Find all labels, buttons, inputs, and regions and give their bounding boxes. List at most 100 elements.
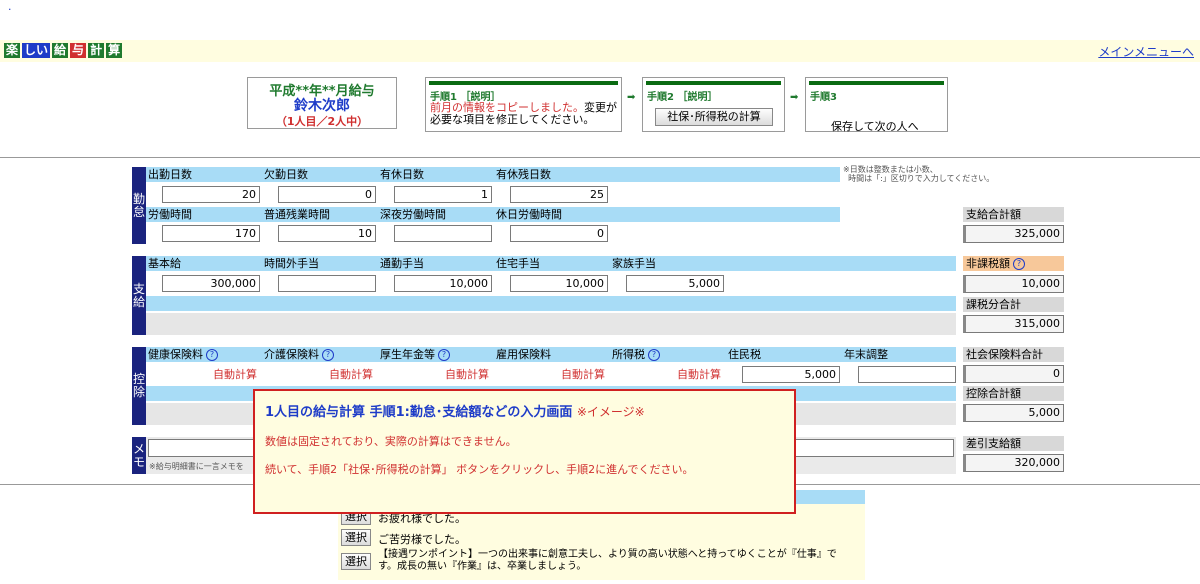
work-hours-input[interactable]: 170 — [162, 225, 260, 242]
label-employment-insurance: 雇用保険料 — [496, 348, 551, 361]
help-icon[interactable]: ? — [322, 349, 334, 361]
auto-calc-care: 自動計算 — [329, 368, 373, 381]
label-care-insurance: 介護保険料? — [262, 347, 376, 362]
paid-leave-remaining-input[interactable]: 25 — [510, 186, 608, 203]
label-work-hours: 労働時間 — [148, 208, 192, 221]
label-overtime-hours: 普通残業時間 — [264, 208, 330, 221]
total-pay-value: 325,000 — [963, 225, 1064, 243]
step2-title[interactable]: 手順2 ［説明］ — [647, 88, 717, 103]
social-total-label: 社会保険料合計 — [963, 347, 1064, 362]
year-end-adjust-input[interactable] — [858, 366, 956, 383]
step-bar — [809, 81, 944, 85]
popup-line2: 続いて、手順2「社保･所得税の計算」 ボタンをクリックし、手順2に進んでください… — [265, 463, 694, 476]
help-icon[interactable]: ? — [1013, 258, 1025, 270]
main-menu-link[interactable]: メインメニューへ — [1098, 43, 1194, 60]
total-pay-label: 支給合計額 — [963, 207, 1064, 222]
popup-image-note: ※イメージ※ — [576, 405, 645, 419]
logo-part: 給 — [52, 43, 69, 58]
step2-box: 手順2 ［説明］ 社保･所得税の計算 — [642, 77, 785, 132]
label-housing-allowance: 住宅手当 — [496, 257, 540, 270]
pay-section-label: 支給 — [132, 256, 146, 335]
app-logo: 楽 しい 給 与 計 算 — [4, 43, 123, 58]
label-row-bg — [146, 296, 956, 311]
night-hours-input[interactable] — [394, 225, 492, 242]
memo-section-label: メモ — [132, 437, 146, 474]
overtime-hours-input[interactable]: 10 — [278, 225, 376, 242]
step3-title: 手順3 — [810, 92, 837, 103]
nontax-value: 10,000 — [963, 275, 1064, 293]
step-bar — [646, 81, 781, 85]
empty-row — [146, 313, 956, 335]
help-icon[interactable]: ? — [648, 349, 660, 361]
deduct-section-label: 控除 — [132, 347, 146, 425]
label-resident-tax: 住民税 — [728, 348, 761, 361]
net-pay-value: 320,000 — [963, 454, 1064, 472]
net-pay-label: 差引支給額 — [963, 436, 1064, 451]
select-phrase-button[interactable]: 選択 — [341, 553, 371, 570]
income-tax-text: 所得税 — [612, 348, 645, 361]
health-insurance-text: 健康保険料 — [148, 348, 203, 361]
label-pension: 厚生年金等? — [378, 347, 492, 362]
step-bar — [429, 81, 618, 85]
logo-part: 与 — [70, 43, 87, 58]
resident-tax-input[interactable]: 5,000 — [742, 366, 840, 383]
family-allowance-input[interactable]: 5,000 — [626, 275, 724, 292]
step3-box: 手順3 保存して次の人へ — [805, 77, 948, 134]
label-night-hours: 深夜労働時間 — [380, 208, 446, 221]
attendance-note-1: ※日数は整数または小数、 — [843, 165, 938, 174]
auto-calc-pension: 自動計算 — [445, 368, 489, 381]
phrase-line: す。成長の無い『作業』は、卒業しましょう。 — [378, 561, 587, 572]
label-year-end-adjust: 年末調整 — [844, 348, 888, 361]
calc-social-tax-button[interactable]: 社保･所得税の計算 — [655, 108, 773, 126]
logo-part: しい — [22, 43, 51, 58]
auto-calc-employment: 自動計算 — [561, 368, 605, 381]
pension-text: 厚生年金等 — [380, 348, 435, 361]
memo-note: ※給与明細書に一言メモを — [149, 462, 244, 471]
save-next-text[interactable]: 保存して次の人へ — [831, 118, 919, 134]
label-income-tax: 所得税? — [610, 347, 724, 362]
label-commute-allowance: 通勤手当 — [380, 257, 424, 270]
taxable-value: 315,000 — [963, 315, 1064, 333]
label-holiday-hours: 休日労働時間 — [496, 208, 562, 221]
paid-leave-days-input[interactable]: 1 — [394, 186, 492, 203]
employee-name: 鈴木次郎 — [294, 98, 350, 114]
label-work-days: 出勤日数 — [148, 168, 192, 181]
deduct-total-value: 5,000 — [963, 404, 1064, 422]
auto-calc-income-tax: 自動計算 — [677, 368, 721, 381]
phrase-line: 【接遇ワンポイント】一つの出来事に創意工夫し、より質の高い状態へと持ってゆくこと… — [378, 549, 837, 560]
label-family-allowance: 家族手当 — [612, 257, 656, 270]
label-overtime-pay: 時間外手当 — [264, 257, 319, 270]
label-health-insurance: 健康保険料? — [146, 347, 260, 362]
dot-mark: . — [8, 0, 12, 13]
popup-line1: 数値は固定されており、実際の計算はできません。 — [265, 435, 517, 448]
phrase-item: ご苦労様でした。 — [378, 533, 466, 546]
phrase-item-long: 【接遇ワンポイント】一つの出来事に創意工夫し、より質の高い状態へと持ってゆくこと… — [378, 549, 837, 573]
nontax-label-text: 非課税額 — [966, 257, 1010, 270]
absence-days-input[interactable]: 0 — [278, 186, 376, 203]
month-title: 平成**年**月給与 — [269, 84, 375, 99]
title-bar: 楽 しい 給 与 計 算 メインメニューへ — [0, 40, 1200, 62]
taxable-label: 課税分合計 — [963, 297, 1064, 312]
overtime-pay-input[interactable] — [278, 275, 376, 292]
social-total-value: 0 — [963, 365, 1064, 383]
care-insurance-text: 介護保険料 — [264, 348, 319, 361]
deduct-total-label: 控除合計額 — [963, 386, 1064, 401]
help-icon[interactable]: ? — [438, 349, 450, 361]
commute-allowance-input[interactable]: 10,000 — [394, 275, 492, 292]
logo-part: 算 — [106, 43, 123, 58]
divider — [0, 157, 1200, 158]
label-absence-days: 欠勤日数 — [264, 168, 308, 181]
holiday-hours-input[interactable]: 0 — [510, 225, 608, 242]
step1-desc-line2: 必要な項目を修正してください。 — [430, 113, 595, 126]
base-pay-input[interactable]: 300,000 — [162, 275, 260, 292]
work-days-input[interactable]: 20 — [162, 186, 260, 203]
attendance-note: ※日数は整数または小数、 時間は「:」区切りで入力してください。 — [843, 165, 994, 183]
label-paid-leave-remaining: 有休残日数 — [496, 168, 551, 181]
step1-desc: 前月の情報をコピーしました。変更が 必要な項目を修正してください。 — [430, 102, 617, 126]
help-icon[interactable]: ? — [206, 349, 218, 361]
housing-allowance-input[interactable]: 10,000 — [510, 275, 608, 292]
step1-box: 手順1 ［説明］ 前月の情報をコピーしました。変更が 必要な項目を修正してください… — [425, 77, 622, 132]
explanation-popup: 1人目の給与計算 手順1:勤怠･支給額などの入力画面 ※イメージ※ 数値は固定さ… — [253, 389, 796, 514]
select-phrase-button[interactable]: 選択 — [341, 529, 371, 546]
logo-part: 楽 — [4, 43, 21, 58]
